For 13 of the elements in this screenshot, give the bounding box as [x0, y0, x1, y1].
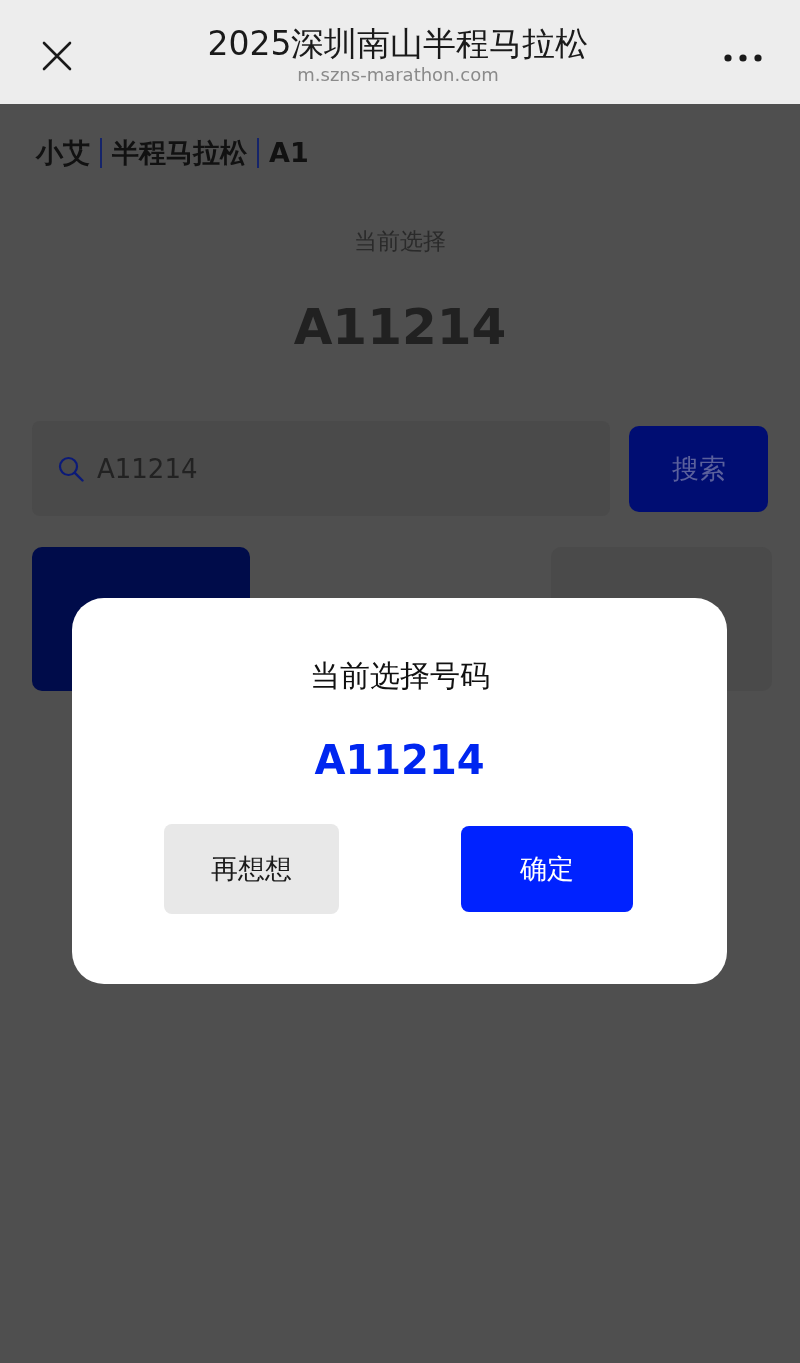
- confirm-button[interactable]: 确定: [461, 826, 633, 912]
- breadcrumb-item[interactable]: 小艾: [36, 136, 90, 170]
- more-icon[interactable]: [724, 54, 762, 62]
- page-title: 2025深圳南山半程马拉松: [207, 24, 589, 64]
- search-icon: [58, 455, 84, 482]
- page-url: m.szns-marathon.com: [297, 64, 499, 86]
- search-button[interactable]: 搜索: [629, 425, 768, 512]
- breadcrumb-item[interactable]: 半程马拉松: [112, 136, 247, 170]
- breadcrumb-item[interactable]: A1: [269, 136, 309, 170]
- dialog-title: 当前选择号码: [309, 657, 490, 695]
- close-icon[interactable]: [42, 41, 72, 71]
- cancel-button[interactable]: 再想想: [164, 824, 339, 914]
- dialog-number: A11214: [314, 736, 485, 785]
